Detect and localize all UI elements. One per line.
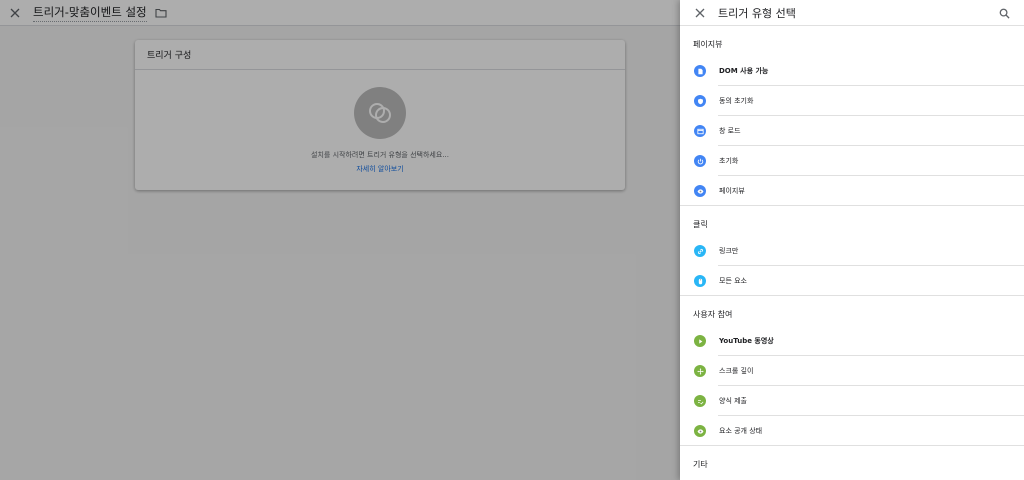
link-icon: [694, 245, 706, 257]
trigger-type-label: 초기화: [719, 157, 739, 165]
trigger-type-label: 링크만: [719, 247, 739, 255]
trigger-type-label: 요소 공개 상태: [719, 427, 763, 435]
trigger-type-list: 페이지뷰 DOM 사용 가능 동의 초기화 창 로드 초기화 페이지뷰 클릭 링크만 모든 요소…: [680, 26, 1024, 476]
trigger-type-label: 페이지뷰: [719, 187, 745, 195]
modal-scrim[interactable]: [0, 0, 680, 480]
group-items: 링크만모든 요소: [680, 236, 1024, 296]
group-label: 기타: [693, 460, 708, 469]
search-icon: [999, 8, 1010, 19]
close-icon: [695, 8, 705, 17]
trigger-type-label: 모든 요소: [719, 277, 747, 285]
shield-icon: [694, 95, 706, 107]
document-icon: [694, 65, 706, 77]
group-label: 클릭: [693, 220, 708, 229]
power-icon: [694, 155, 706, 167]
trigger-type-item[interactable]: 모든 요소: [680, 266, 1024, 296]
move-icon: [694, 365, 706, 377]
trigger-type-item[interactable]: 창 로드: [680, 116, 1024, 146]
play-icon: [694, 335, 706, 347]
trigger-type-item[interactable]: 초기화: [680, 146, 1024, 176]
eye-icon: [694, 185, 706, 197]
trigger-type-item[interactable]: 스크롤 깊이: [680, 356, 1024, 386]
panel-close-button[interactable]: [688, 1, 712, 25]
trigger-type-item[interactable]: 요소 공개 상태: [680, 416, 1024, 446]
group-label: 페이지뷰: [693, 40, 723, 49]
trigger-type-panel: 트리거 유형 선택 페이지뷰 DOM 사용 가능 동의 초기화 창 로드 초기화 페이지뷰…: [680, 0, 1024, 480]
trigger-type-item[interactable]: YouTube 동영상: [680, 326, 1024, 356]
trigger-type-item[interactable]: 양식 제출: [680, 386, 1024, 416]
trigger-type-label: 양식 제출: [719, 397, 747, 405]
trigger-type-item[interactable]: 동의 초기화: [680, 86, 1024, 116]
trigger-type-label: YouTube 동영상: [719, 337, 774, 345]
eye-icon: [694, 425, 706, 437]
group-items: DOM 사용 가능동의 초기화창 로드초기화페이지뷰: [680, 56, 1024, 206]
panel-title: 트리거 유형 선택: [718, 6, 796, 20]
group-items: YouTube 동영상스크롤 깊이양식 제출요소 공개 상태: [680, 326, 1024, 446]
trigger-type-item[interactable]: 링크만: [680, 236, 1024, 266]
trigger-type-label: 창 로드: [719, 127, 741, 135]
trigger-type-item[interactable]: 페이지뷰: [680, 176, 1024, 206]
mouse-icon: [694, 275, 706, 287]
trigger-type-label: 스크롤 깊이: [719, 367, 754, 375]
trigger-type-item[interactable]: DOM 사용 가능: [680, 56, 1024, 86]
search-button[interactable]: [994, 3, 1014, 23]
form-icon: [694, 395, 706, 407]
window-icon: [694, 125, 706, 137]
group-label: 사용자 참여: [693, 310, 733, 319]
trigger-type-label: 동의 초기화: [719, 97, 754, 105]
trigger-type-label: DOM 사용 가능: [719, 67, 769, 75]
